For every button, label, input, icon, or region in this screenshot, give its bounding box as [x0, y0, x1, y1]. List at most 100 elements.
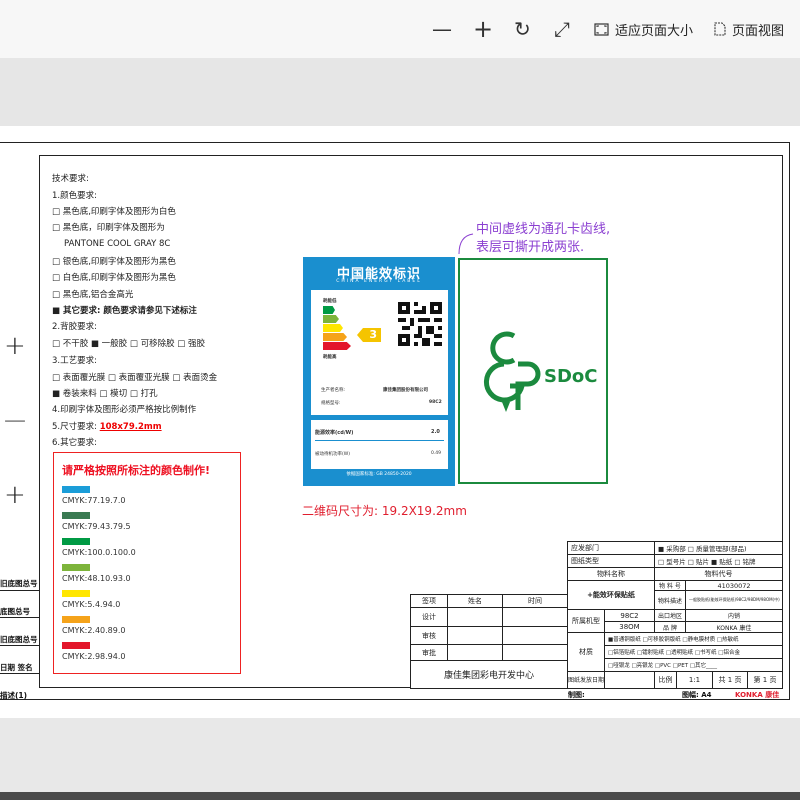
req-color-4: □ 白色底,印刷字体及图形为黑色 — [52, 273, 176, 283]
req-glue-heading: 2.背胶要求: — [52, 322, 97, 332]
sdoc-logo-icon — [483, 331, 541, 412]
efficiency-label: 能源效率(cd/W) — [315, 430, 354, 436]
req-title: 技术要求: — [52, 174, 89, 184]
side-label: 底图总号 — [0, 607, 30, 616]
req-color-5: □ 黑色底,铝合金高光 — [52, 290, 134, 300]
fit-page-button[interactable]: 适应页面大小 — [594, 14, 693, 44]
viewer-background — [0, 58, 800, 126]
mat-desc-label: 物料描述 — [654, 590, 686, 610]
req-color-2: □ 黑色底，印刷字体及图形为 — [52, 223, 165, 233]
energy-label-subtitle: CHINA ENERGY LABEL — [336, 279, 422, 284]
energy-grade-bars — [323, 306, 351, 350]
req-print: 4.印刷字体及图形必须严格按比例制作 — [52, 405, 197, 415]
format-label: 图幅: A4 — [682, 691, 712, 699]
model-value: 98C2 — [429, 400, 442, 405]
zoom-out-button[interactable]: — — [432, 14, 452, 44]
standby-label: 被动待机功率(W) — [315, 452, 350, 457]
code-label: 物料代号 — [654, 567, 783, 581]
efficiency-value: 2.0 — [431, 429, 440, 435]
energy-high-label: 耗能高 — [323, 355, 337, 360]
material-row-1: ■普通铜版纸 □可移胶铜版纸 □静电膜材质 □热敏纸 — [604, 632, 783, 646]
side-label: 旧底图总号 — [0, 635, 38, 644]
dept-label: 应发部门 — [567, 541, 655, 555]
scale-label: 比例 — [654, 671, 677, 689]
sign-cell — [447, 626, 503, 645]
konka-logo: KONKA 康佳 — [735, 691, 780, 699]
fullscreen-button[interactable]: ⤢ — [554, 14, 570, 44]
req-glue: □ 不干胶 ■ 一般胶 □ 可移除胶 □ 强胶 — [52, 339, 206, 349]
color-swatch — [62, 616, 90, 623]
rotate-icon: ↻ — [514, 17, 531, 41]
sign-header: 签项 — [410, 594, 448, 608]
mat-desc: 一般胶贴纸(能效环保贴纸)98C2/98DM/98OM(中) — [685, 590, 783, 610]
page-number: 第 1 页 — [747, 671, 783, 689]
page-view-button[interactable]: 页面视图 — [714, 14, 784, 44]
taskbar-edge — [0, 792, 800, 800]
rotate-button[interactable]: ↻ — [514, 14, 531, 44]
date-value — [604, 671, 655, 689]
color-swatch — [62, 590, 90, 597]
side-label: 旧底图总号 — [0, 579, 38, 588]
fit-page-label: 适应页面大小 — [615, 23, 694, 39]
sign-cell — [502, 626, 568, 645]
color-spec-title: 请严格按照所标注的颜色制作! — [62, 464, 211, 477]
cmyk-value: CMYK:77.19.7.0 — [62, 496, 126, 505]
company-name: 康佳集团彩电开发中心 — [410, 660, 568, 689]
type-value: □ 型号片 □ 贴片 ■ 贴纸 □ 铭牌 — [654, 554, 783, 568]
req-color-heading: 1.颜色要求: — [52, 191, 97, 201]
sdoc-text: SDoC — [544, 366, 598, 387]
color-spec-box: 请严格按照所标注的颜色制作! CMYK:77.19.7.0 CMYK:79.43.… — [53, 452, 241, 674]
sign-cell — [502, 644, 568, 661]
pages-total: 共 1 页 — [712, 671, 748, 689]
color-swatch — [62, 512, 90, 519]
name-header: 姓名 — [447, 594, 503, 608]
req-other: 6.其它要求: — [52, 438, 97, 448]
req-color-3: □ 银色底,印刷字体及图形为黑色 — [52, 257, 176, 267]
cmyk-value: CMYK:100.0.100.0 — [62, 548, 136, 557]
cmyk-value: CMYK:2.98.94.0 — [62, 652, 126, 661]
material-row-2: □铝箔贴纸 □镭射贴纸 □透明贴纸 □书写纸 □铝合金 — [604, 645, 783, 659]
req-process-1: □ 表面覆光膜 □ 表面覆亚光膜 □ 表面烫金 — [52, 373, 218, 383]
req-size: 5.尺寸要求: 108x79.2mm — [52, 422, 162, 433]
sign-cell — [447, 607, 503, 627]
model-label: 规格型号: — [321, 401, 341, 406]
color-swatch — [62, 538, 90, 545]
cmyk-value: CMYK:79.43.79.5 — [62, 522, 131, 531]
side-label: 日期 签名 — [0, 663, 33, 672]
req-size-prefix: 5.尺寸要求: — [52, 422, 100, 432]
qr-size-note: 二维码尺寸为: 19.2X19.2mm — [302, 504, 467, 518]
zoom-in-button[interactable]: + — [473, 14, 493, 44]
req-process-2: ■ 卷装来料 □ 模切 □ 打孔 — [52, 389, 158, 399]
energy-low-label: 耗能低 — [323, 299, 337, 304]
material-row-3: □哑银龙 □亮银龙 □PVC □PET □其它____ — [604, 658, 783, 672]
energy-label-values: 能源效率(cd/W) 2.0 被动待机功率(W) 0.49 — [311, 420, 448, 469]
expand-icon: ⤢ — [554, 17, 570, 41]
fit-page-icon — [594, 22, 609, 36]
sign-row-approve: 审批 — [410, 644, 448, 661]
qr-code-icon — [398, 302, 442, 346]
energy-label: 中国能效标识 CHINA ENERGY LABEL 耗能低 3 耗能高 生产者名… — [303, 257, 455, 486]
product-name: +能效环保贴纸 — [567, 580, 655, 610]
side-label: 描述(1) — [0, 691, 28, 700]
plus-icon: + — [473, 15, 494, 43]
req-process-heading: 3.工艺要求: — [52, 356, 97, 366]
perforation-note-2: 表层可撕开成两张. — [476, 240, 585, 255]
page-view-icon — [714, 22, 726, 36]
scale-value: 1:1 — [676, 671, 713, 689]
page-view-label: 页面视图 — [732, 23, 785, 39]
dept-value: ■ 采购部 □ 质量管理部(部品) — [654, 541, 783, 555]
viewer-background-bottom — [0, 718, 800, 800]
time-header: 时间 — [502, 594, 568, 608]
date-label: 图纸发放日期 — [567, 671, 605, 689]
color-swatch — [62, 486, 90, 493]
energy-grade-marker: 3 — [357, 328, 381, 342]
req-size-value: 108x79.2mm — [99, 422, 162, 432]
sign-row-review: 审核 — [410, 626, 448, 645]
sign-cell — [502, 607, 568, 627]
producer-label: 生产者名称: — [321, 388, 346, 393]
req-color-1: □ 黑色底,印刷字体及图形为白色 — [52, 207, 176, 217]
energy-label-panel: 耗能低 3 耗能高 生产者名称: 康佳集团股份有限公司 规格型号: 98C2 — [311, 290, 448, 415]
req-color-6: ■ 其它要求: 颜色要求请参见下述标注 — [52, 306, 197, 316]
registration-cross-icon: + — [4, 480, 26, 510]
registration-cross-icon: + — [4, 331, 26, 361]
